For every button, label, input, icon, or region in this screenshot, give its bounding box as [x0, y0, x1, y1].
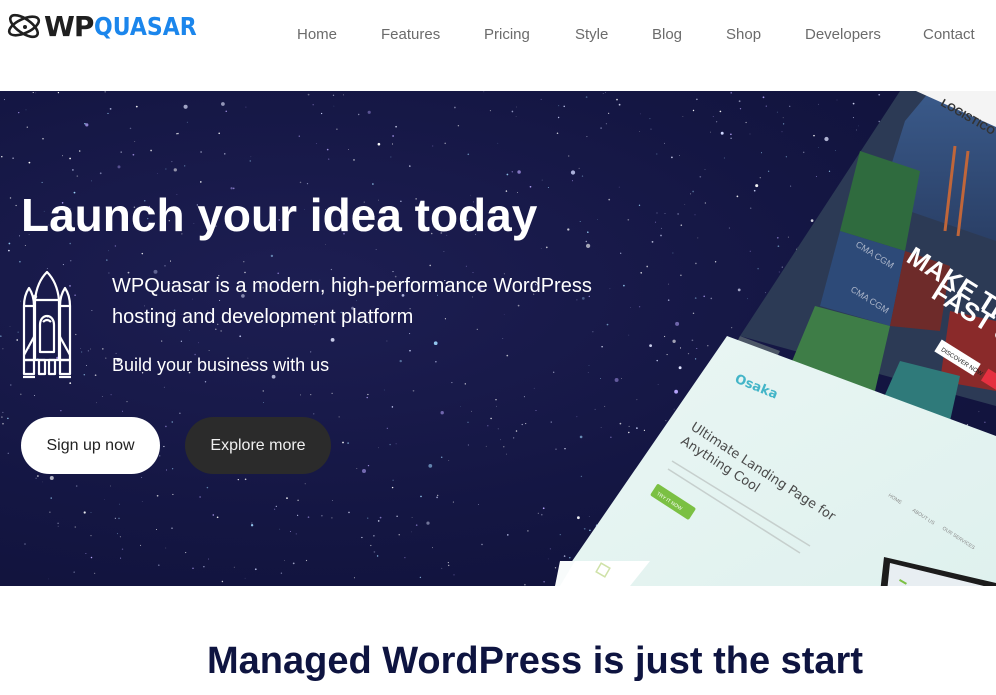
nav-features[interactable]: Features: [381, 26, 440, 43]
nav-blog[interactable]: Blog: [652, 26, 682, 43]
section-title: Managed WordPress is just the start: [206, 640, 864, 682]
nav-developers[interactable]: Developers: [805, 26, 881, 43]
nav-contact[interactable]: Contact: [923, 26, 975, 43]
hero-title: Launch your idea today: [21, 189, 538, 241]
nav-style[interactable]: Style: [575, 26, 608, 43]
sign-up-button[interactable]: Sign up now: [21, 417, 160, 474]
nav-home[interactable]: Home: [297, 26, 337, 43]
hero-subtitle: Build your business with us: [112, 355, 330, 375]
hero-description: WPQuasar is a modern, high-performance W…: [112, 275, 592, 328]
explore-more-button[interactable]: Explore more: [185, 417, 331, 474]
site-header: WP QUASAR Home Features Pricing Style Bl…: [0, 0, 996, 91]
theme-mockups-image: LOGISTICO MAKE TR FAST & CMA CGM CMA CGM…: [555, 91, 996, 586]
nav-pricing[interactable]: Pricing: [484, 26, 530, 43]
hero-section: LOGISTICO MAKE TR FAST & CMA CGM CMA CGM…: [0, 91, 996, 586]
main-nav: Home Features Pricing Style Blog Shop De…: [0, 26, 996, 46]
nav-shop[interactable]: Shop: [726, 26, 761, 43]
space-shuttle-icon: [22, 270, 72, 379]
